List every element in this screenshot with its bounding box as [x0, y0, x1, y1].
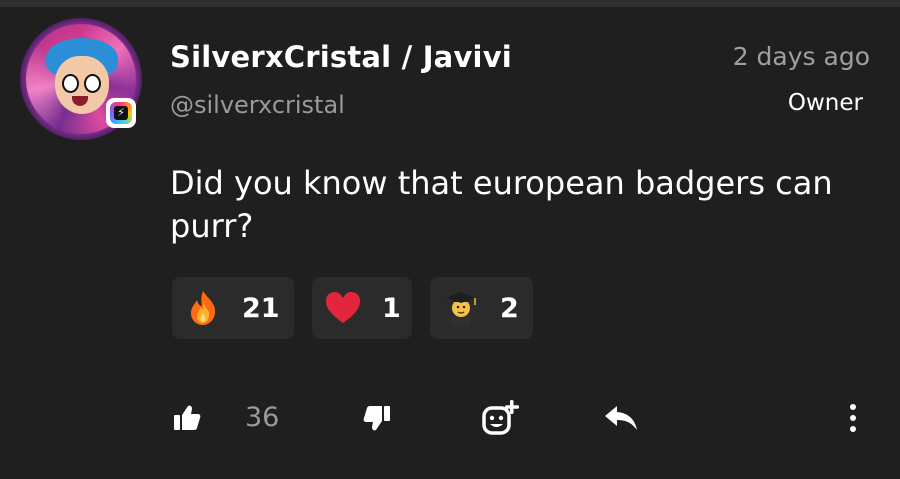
- lightning-bolt-icon: ⚡: [114, 106, 128, 120]
- more-vertical-icon: [846, 402, 860, 438]
- avatar-eye-left: [62, 74, 79, 93]
- reply-arrow-icon: [603, 402, 641, 438]
- add-emoji-icon: [480, 398, 520, 442]
- reaction-count: 21: [242, 292, 280, 324]
- more-options-button[interactable]: [846, 392, 860, 448]
- thumbs-up-icon: [171, 402, 203, 438]
- reactions-row: 21 1 2: [172, 277, 533, 339]
- supporter-badge-icon: ⚡: [106, 98, 136, 128]
- dislike-button[interactable]: [361, 392, 393, 448]
- reaction-count: 1: [382, 292, 401, 324]
- reaction-count: 2: [500, 292, 519, 324]
- avatar-eye-right: [84, 74, 101, 93]
- reaction-heart[interactable]: 1: [312, 277, 412, 339]
- heart-emoji-icon: [324, 289, 362, 327]
- role-badge: Owner: [787, 90, 863, 116]
- badge-inner: ⚡: [110, 102, 132, 124]
- post-text: Did you know that european badgers can p…: [170, 164, 833, 245]
- author-name[interactable]: SilverxCristal / Javivi: [170, 40, 512, 74]
- add-reaction-button[interactable]: [480, 392, 520, 448]
- post-actions-bar: [0, 392, 900, 448]
- reaction-student[interactable]: 2: [430, 277, 533, 339]
- top-divider: [0, 0, 900, 7]
- like-button[interactable]: [171, 392, 203, 448]
- thumbs-down-icon: [361, 402, 393, 438]
- author-handle: @silverxcristal: [170, 91, 345, 119]
- reaction-fire[interactable]: 21: [172, 277, 294, 339]
- reply-button[interactable]: [603, 392, 641, 448]
- like-count: 36: [245, 402, 280, 433]
- post-timestamp: 2 days ago: [732, 42, 870, 71]
- student-emoji-icon: [442, 289, 480, 327]
- fire-emoji-icon: [184, 289, 222, 327]
